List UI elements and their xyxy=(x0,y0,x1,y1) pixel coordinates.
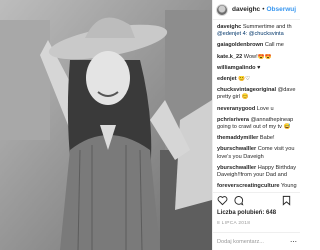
comment-item: pchrisrivera @annathepineap going to cra… xyxy=(217,117,297,131)
comment-item: themaddymiller Babe! xyxy=(217,135,297,142)
comment-item: neveranygood Love u xyxy=(217,106,297,113)
comment-text[interactable]: @dave xyxy=(278,87,296,93)
comment-item: foreverscreatingculture Young xyxy=(217,183,297,190)
comment-username[interactable]: foreverscreatingculture xyxy=(217,183,280,189)
comment-text-continued: pretty girl 😊 xyxy=(217,94,249,101)
comment-text: Come visit you xyxy=(257,146,295,153)
add-comment-input[interactable] xyxy=(217,238,287,245)
post-actions xyxy=(213,192,300,208)
post-date: 8 LIPCA 2018 xyxy=(217,221,251,226)
comment-item: yburschwalller Come visit you love's you… xyxy=(217,146,297,160)
post-header: daveighc • Obserwuj xyxy=(213,0,300,20)
more-dots-icon[interactable]: ⋯ xyxy=(290,238,297,246)
comment-username[interactable]: edenjet xyxy=(217,76,237,82)
heart-icon[interactable] xyxy=(217,195,228,206)
comment-item: yburschwalller Happy Birthday Daveigh!!f… xyxy=(217,165,297,179)
comments-list[interactable]: daveighc Summertime and th @edenjet 4: @… xyxy=(213,21,300,190)
comment-text: Wow!😍😍 xyxy=(243,53,272,60)
comment-username[interactable]: pchrisrivera xyxy=(217,117,249,123)
header-username[interactable]: daveighc xyxy=(232,6,260,13)
comment-text-continued: going to crawl out of my tv 😅 xyxy=(217,124,291,131)
avatar[interactable] xyxy=(216,3,228,16)
comment-username[interactable]: yburschwalller xyxy=(217,146,256,152)
add-comment-bar: ⋯ xyxy=(213,232,300,250)
follow-button[interactable]: Obserwuj xyxy=(266,6,296,13)
comment-item: kate.k_22 Wow!😍😍 xyxy=(217,54,297,61)
post-photo-image xyxy=(0,0,212,250)
comment-username[interactable]: daveighc xyxy=(217,24,241,30)
comment-text: 😊♡ xyxy=(238,76,251,83)
header-separator: • xyxy=(262,6,265,13)
comment-text-continued[interactable]: @edenjet 4: @chucksvinta xyxy=(217,31,297,38)
comment-username[interactable]: chucksvintageoriginal xyxy=(217,87,276,93)
comment-username[interactable]: gaiagoldenbrown xyxy=(217,42,263,48)
comment-text: Happy Birthday xyxy=(257,164,296,171)
bookmark-icon[interactable] xyxy=(281,195,292,206)
comment-username[interactable]: kate.k_22 xyxy=(217,54,242,60)
comment-item: chucksvintageoriginal @dave pretty girl … xyxy=(217,87,297,101)
comment-text-continued: love's you Daveigh xyxy=(217,153,264,160)
comment-username[interactable]: yburschwalller xyxy=(217,165,256,171)
comment-text: Young xyxy=(280,183,297,190)
comment-text: Babe! xyxy=(259,135,275,142)
comment-text: Love u xyxy=(256,105,274,112)
comment-username[interactable]: williamgalindo xyxy=(217,65,256,71)
post-photo[interactable] xyxy=(0,0,212,250)
likes-number: 648 xyxy=(266,210,277,216)
post-side-panel: daveighc • Obserwuj daveighc Summertime … xyxy=(212,0,300,250)
likes-count[interactable]: Liczba polubień: 648 xyxy=(217,210,276,216)
comment-username[interactable]: themaddymiller xyxy=(217,135,258,141)
likes-label: Liczba polubień: xyxy=(217,210,265,216)
comment-item: williamgalindo ♥ xyxy=(217,65,297,72)
comment-username[interactable]: neveranygood xyxy=(217,106,255,112)
comment-item: edenjet 😊♡ xyxy=(217,76,297,83)
comment-text: ♥ xyxy=(257,64,261,71)
comment-text[interactable]: @annathepineap xyxy=(251,117,294,123)
comment-text: Call me xyxy=(264,42,284,49)
comment-text-continued: Daveigh!!from your Dad and xyxy=(217,172,287,179)
comment-item: daveighc Summertime and th @edenjet 4: @… xyxy=(217,24,297,38)
comment-icon[interactable] xyxy=(233,195,244,206)
comment-item: gaiagoldenbrown Call me xyxy=(217,42,297,49)
comment-text: Summertime and th xyxy=(242,24,292,30)
